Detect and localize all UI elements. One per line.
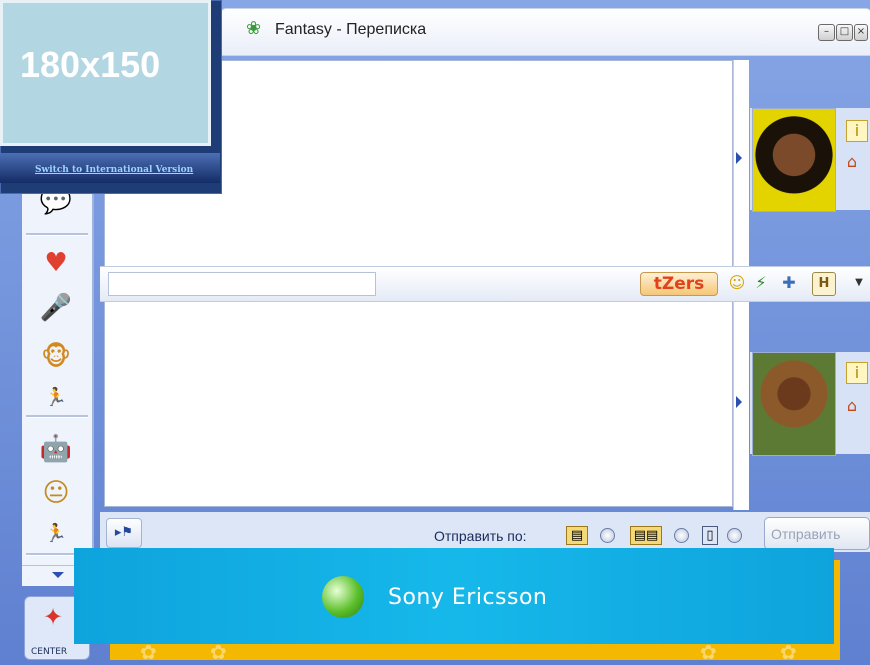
toolbar-separator xyxy=(26,415,88,418)
message-input-pane[interactable] xyxy=(104,300,733,507)
switch-international-link[interactable]: Switch to International Version xyxy=(35,165,193,175)
close-button[interactable]: × xyxy=(854,24,868,41)
greeting-card-icon[interactable]: ♥ xyxy=(36,245,76,281)
send-via-multiple-radio[interactable] xyxy=(674,528,689,543)
send-via-message-radio[interactable] xyxy=(600,528,615,543)
monkey-mascot-icon[interactable]: 🐵 xyxy=(36,339,76,375)
afro-avatar-icon[interactable] xyxy=(752,108,836,212)
phone-icon[interactable]: ▯ xyxy=(702,526,718,545)
center-label: CENTER xyxy=(31,647,68,657)
robot-icon[interactable]: 🤖 xyxy=(36,431,76,467)
sumo-icon[interactable]: 😐 xyxy=(36,475,76,511)
home-icon[interactable]: ⌂ xyxy=(842,152,862,172)
multiple-message-icon[interactable]: ▤▤ xyxy=(630,526,662,545)
smiley-icon[interactable]: ☺ xyxy=(726,272,748,294)
send-via-sms-radio[interactable] xyxy=(727,528,742,543)
font-format-button[interactable]: H xyxy=(812,272,836,296)
running-man-icon[interactable]: 🏃 xyxy=(36,515,76,551)
toolbar-separator xyxy=(26,233,88,236)
minimize-button[interactable]: – xyxy=(818,24,835,41)
running-man-icon[interactable]: 🏃 xyxy=(36,379,76,415)
home-icon[interactable]: ⌂ xyxy=(842,396,862,416)
tzers-button[interactable]: tZers xyxy=(640,272,718,296)
chevron-down-icon[interactable]: ▼ xyxy=(848,272,870,294)
send-by-label: Отправить по: xyxy=(434,528,527,544)
running-man-icon[interactable]: ⚡ xyxy=(750,272,772,294)
maximize-button[interactable]: □ xyxy=(836,24,853,41)
send-button[interactable]: Отправить xyxy=(764,517,870,550)
left-toolbar: 💬 ♥ 🎤 🐵 🏃 🤖 😐 🏃 xyxy=(22,175,94,580)
message-icon[interactable]: ▤ xyxy=(566,526,588,545)
chevron-down-icon xyxy=(52,572,64,578)
expand-arrow-icon[interactable] xyxy=(736,152,742,164)
send-options-icon[interactable]: ▸⚑ xyxy=(106,518,142,548)
monkey-avatar-icon[interactable] xyxy=(752,352,836,456)
ad-size-label: 180x150 xyxy=(20,44,161,85)
icq-flower-icon: ❀ xyxy=(246,18,262,39)
sony-ericsson-logo-icon xyxy=(322,576,364,618)
brand-text: Sony Ericsson xyxy=(388,585,548,610)
window-title: Fantasy - Переписка xyxy=(275,21,427,38)
info-icon[interactable]: i xyxy=(846,120,868,142)
microphone-icon[interactable]: 🎤 xyxy=(36,290,76,326)
puzzle-icon[interactable]: ✚ xyxy=(778,272,800,294)
status-message-field[interactable] xyxy=(108,272,376,296)
icq-center-icon: ✦ xyxy=(43,603,64,631)
info-icon[interactable]: i xyxy=(846,362,868,384)
expand-arrow-icon[interactable] xyxy=(736,396,742,408)
